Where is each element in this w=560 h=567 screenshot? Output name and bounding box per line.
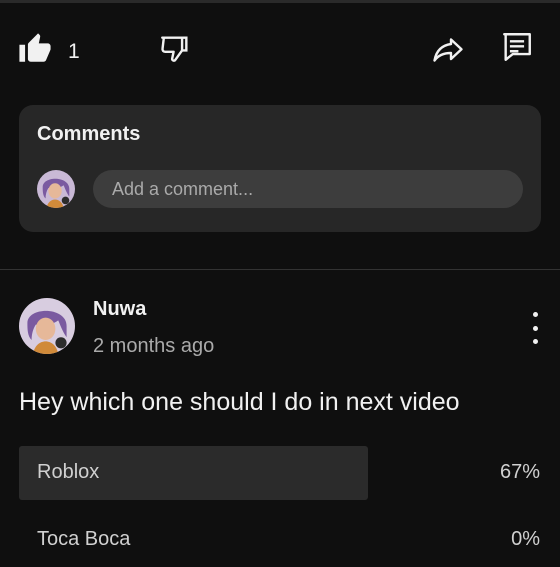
like-button[interactable]: 1 [18, 32, 80, 71]
comments-title: Comments [37, 123, 141, 145]
section-divider [0, 269, 560, 270]
more-vert-icon [532, 312, 538, 317]
poll-option-roblox[interactable]: Roblox 67% [19, 446, 540, 500]
thumbs-up-icon [18, 32, 52, 71]
poll-option-label: Toca Boca [37, 528, 131, 550]
thumbs-down-icon [158, 32, 192, 71]
comments-card[interactable]: Comments [19, 105, 541, 232]
share-icon [430, 32, 466, 73]
feedback-button[interactable] [500, 30, 534, 69]
like-count: 1 [68, 39, 80, 63]
top-divider [0, 0, 560, 3]
author-name[interactable]: Nuwa [93, 298, 146, 321]
feedback-icon [500, 30, 534, 69]
poll-option-toca-boca[interactable]: Toca Boca 0% [19, 513, 540, 567]
poll-option-label: Roblox [37, 461, 100, 483]
poll-option-percent: 67% [499, 461, 540, 483]
poll-option-percent: 0% [511, 528, 540, 550]
user-avatar [37, 170, 75, 208]
share-button[interactable] [430, 32, 466, 73]
post-timestamp: 2 months ago [93, 335, 215, 357]
add-comment-input[interactable] [93, 170, 523, 208]
author-avatar[interactable] [19, 298, 75, 354]
more-options-button[interactable] [524, 312, 546, 344]
dislike-button[interactable] [158, 32, 192, 71]
action-bar: 1 [0, 28, 560, 72]
post-text: Hey which one should I do in next video [19, 388, 460, 416]
